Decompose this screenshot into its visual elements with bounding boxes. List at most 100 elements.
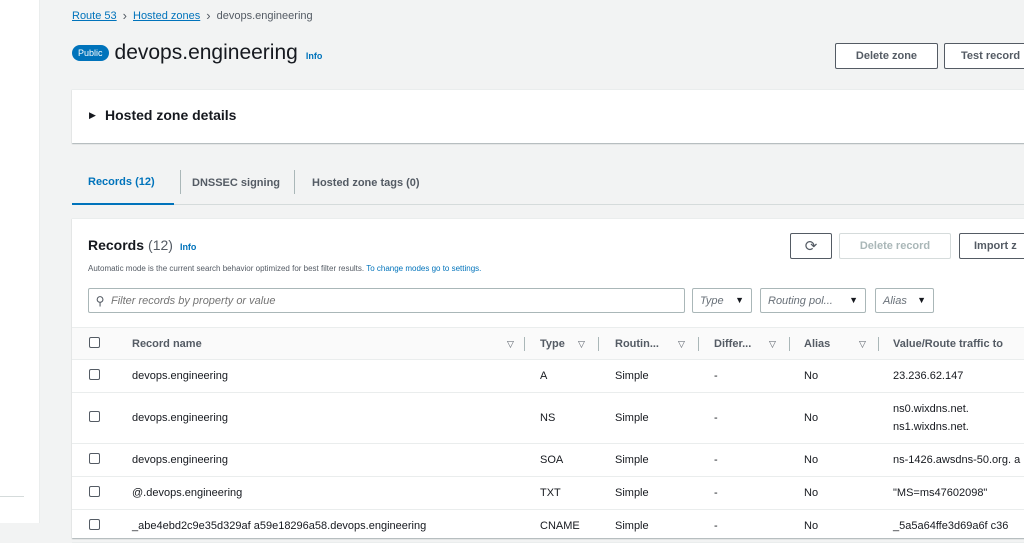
select-all-checkbox[interactable] — [89, 336, 100, 348]
select-all-cell[interactable] — [72, 327, 116, 360]
main-content: Route 53 › Hosted zones › devops.enginee… — [40, 0, 1024, 543]
col-value-label: Value/Route traffic to — [893, 337, 1004, 350]
table-row[interactable]: _abe4ebd2c9e35d329af a59e18296a58.devops… — [72, 509, 1024, 543]
settings-link[interactable]: To change modes go to settings. — [366, 264, 481, 273]
record-name-cell: @.devops.engineering — [116, 476, 532, 510]
col-record-name[interactable]: Record name ▽ — [116, 327, 532, 360]
tab-bar: Records (12) DNSSEC signing Hosted zone … — [72, 160, 1024, 205]
value-cell: _5a5a64ffe3d69a6f c36 — [886, 509, 1024, 543]
row-checkbox[interactable] — [89, 453, 100, 464]
import-zone-button[interactable]: Import z — [959, 233, 1024, 259]
row-select-cell[interactable] — [72, 359, 116, 393]
caret-right-icon[interactable]: ▶ — [89, 110, 96, 121]
table-row[interactable]: devops.engineering A Simple - No 23.236.… — [72, 359, 1024, 393]
row-checkbox[interactable] — [89, 369, 100, 380]
delete-zone-button[interactable]: Delete zone — [835, 43, 938, 69]
differ-cell: - — [706, 359, 796, 393]
type-cell: TXT — [532, 476, 608, 510]
hosted-zone-details-label[interactable]: Hosted zone details — [105, 107, 236, 123]
search-input[interactable] — [111, 294, 671, 307]
col-routing[interactable]: Routin... ▽ — [608, 327, 706, 360]
sort-icon[interactable]: ▽ — [678, 339, 685, 350]
col-type[interactable]: Type ▽ — [532, 327, 608, 360]
col-value[interactable]: Value/Route traffic to — [886, 327, 1024, 360]
caret-down-icon: ▼ — [849, 295, 858, 305]
breadcrumb-route53[interactable]: Route 53 — [72, 10, 117, 22]
row-select-cell[interactable] — [72, 509, 116, 543]
column-divider[interactable] — [598, 337, 599, 351]
differ-cell: - — [706, 509, 796, 543]
row-select-cell[interactable] — [72, 443, 116, 477]
delete-record-button[interactable]: Delete record — [839, 233, 951, 259]
alias-filter-select[interactable]: Alias ▼ — [875, 288, 934, 313]
record-name-cell: devops.engineering — [116, 392, 532, 444]
routing-filter-label: Routing pol... — [768, 294, 833, 307]
title-row: Public devops.engineering Info — [72, 41, 322, 65]
col-type-label: Type — [540, 337, 565, 350]
sort-icon[interactable]: ▽ — [769, 339, 776, 350]
routing-policy-filter-select[interactable]: Routing pol... ▼ — [760, 288, 866, 313]
sort-icon[interactable]: ▽ — [859, 339, 866, 350]
record-name-cell: devops.engineering — [116, 359, 532, 393]
column-divider[interactable] — [698, 337, 699, 351]
table-row[interactable]: devops.engineering SOA Simple - No ns-14… — [72, 443, 1024, 477]
col-alias-label: Alias — [804, 337, 831, 350]
differ-cell: - — [706, 476, 796, 510]
type-cell: NS — [532, 392, 608, 444]
tab-hosted-zone-tags[interactable]: Hosted zone tags (0) — [296, 160, 436, 205]
alias-cell: No — [796, 476, 886, 510]
tab-dnssec-signing[interactable]: DNSSEC signing — [176, 160, 296, 205]
table-row[interactable]: devops.engineering NS Simple - No ns0.wi… — [72, 392, 1024, 444]
row-checkbox[interactable] — [89, 411, 100, 422]
info-link[interactable]: Info — [306, 51, 323, 61]
records-info-link[interactable]: Info — [180, 242, 197, 252]
test-record-button[interactable]: Test record — [944, 43, 1024, 69]
value-line: ns0.wixdns.net. — [893, 403, 969, 415]
left-nav-panel — [0, 0, 40, 523]
tab-records[interactable]: Records (12) — [72, 160, 174, 205]
hosted-zone-details-panel[interactable]: ▶ Hosted zone details — [72, 89, 1024, 143]
row-checkbox[interactable] — [89, 486, 100, 497]
alias-filter-label: Alias — [883, 294, 907, 307]
col-routing-label: Routin... — [615, 337, 659, 350]
differ-cell: - — [706, 443, 796, 477]
records-subtitle: Automatic mode is the current search beh… — [88, 264, 481, 273]
breadcrumb-current: devops.engineering — [216, 9, 313, 22]
column-divider[interactable] — [789, 337, 790, 351]
type-filter-label: Type — [700, 294, 724, 307]
page-title: devops.engineering — [114, 41, 298, 64]
type-cell: CNAME — [532, 509, 608, 543]
type-cell: SOA — [532, 443, 608, 477]
breadcrumb-hosted-zones[interactable]: Hosted zones — [133, 10, 200, 22]
type-cell: A — [532, 359, 608, 393]
differ-cell: - — [706, 392, 796, 444]
type-filter-select[interactable]: Type ▼ — [692, 288, 752, 313]
routing-cell: Simple — [608, 509, 706, 543]
record-name-cell: devops.engineering — [116, 443, 532, 477]
caret-down-icon: ▼ — [735, 295, 744, 305]
col-differentiator[interactable]: Differ... ▽ — [706, 327, 796, 360]
col-alias[interactable]: Alias ▽ — [796, 327, 886, 360]
row-select-cell[interactable] — [72, 392, 116, 444]
sort-icon[interactable]: ▽ — [507, 339, 514, 350]
value-line: _5a5a64ffe3d69a6f c36 — [893, 520, 1009, 532]
value-cell: ns0.wixdns.net. ns1.wixdns.net. — [886, 392, 1024, 444]
refresh-icon: ⟳ — [804, 238, 818, 255]
col-differ-label: Differ... — [714, 337, 752, 350]
value-cell: ns-1426.awsdns-50.org. a — [886, 443, 1024, 477]
row-select-cell[interactable] — [72, 476, 116, 510]
sort-icon[interactable]: ▽ — [578, 339, 585, 350]
value-line: ns1.wixdns.net. — [893, 421, 969, 433]
alias-cell: No — [796, 359, 886, 393]
records-count: (12) — [148, 237, 173, 253]
search-field[interactable]: ⚲ — [88, 288, 685, 313]
records-container: Records (12) Info Automatic mode is the … — [72, 218, 1024, 543]
column-divider[interactable] — [878, 337, 879, 351]
column-divider[interactable] — [524, 337, 525, 351]
records-subtitle-text: Automatic mode is the current search beh… — [88, 264, 365, 273]
table-row[interactable]: @.devops.engineering TXT Simple - No "MS… — [72, 476, 1024, 510]
alias-cell: No — [796, 392, 886, 444]
refresh-button[interactable]: ⟳ — [790, 233, 832, 259]
row-checkbox[interactable] — [89, 519, 100, 530]
routing-cell: Simple — [608, 392, 706, 444]
